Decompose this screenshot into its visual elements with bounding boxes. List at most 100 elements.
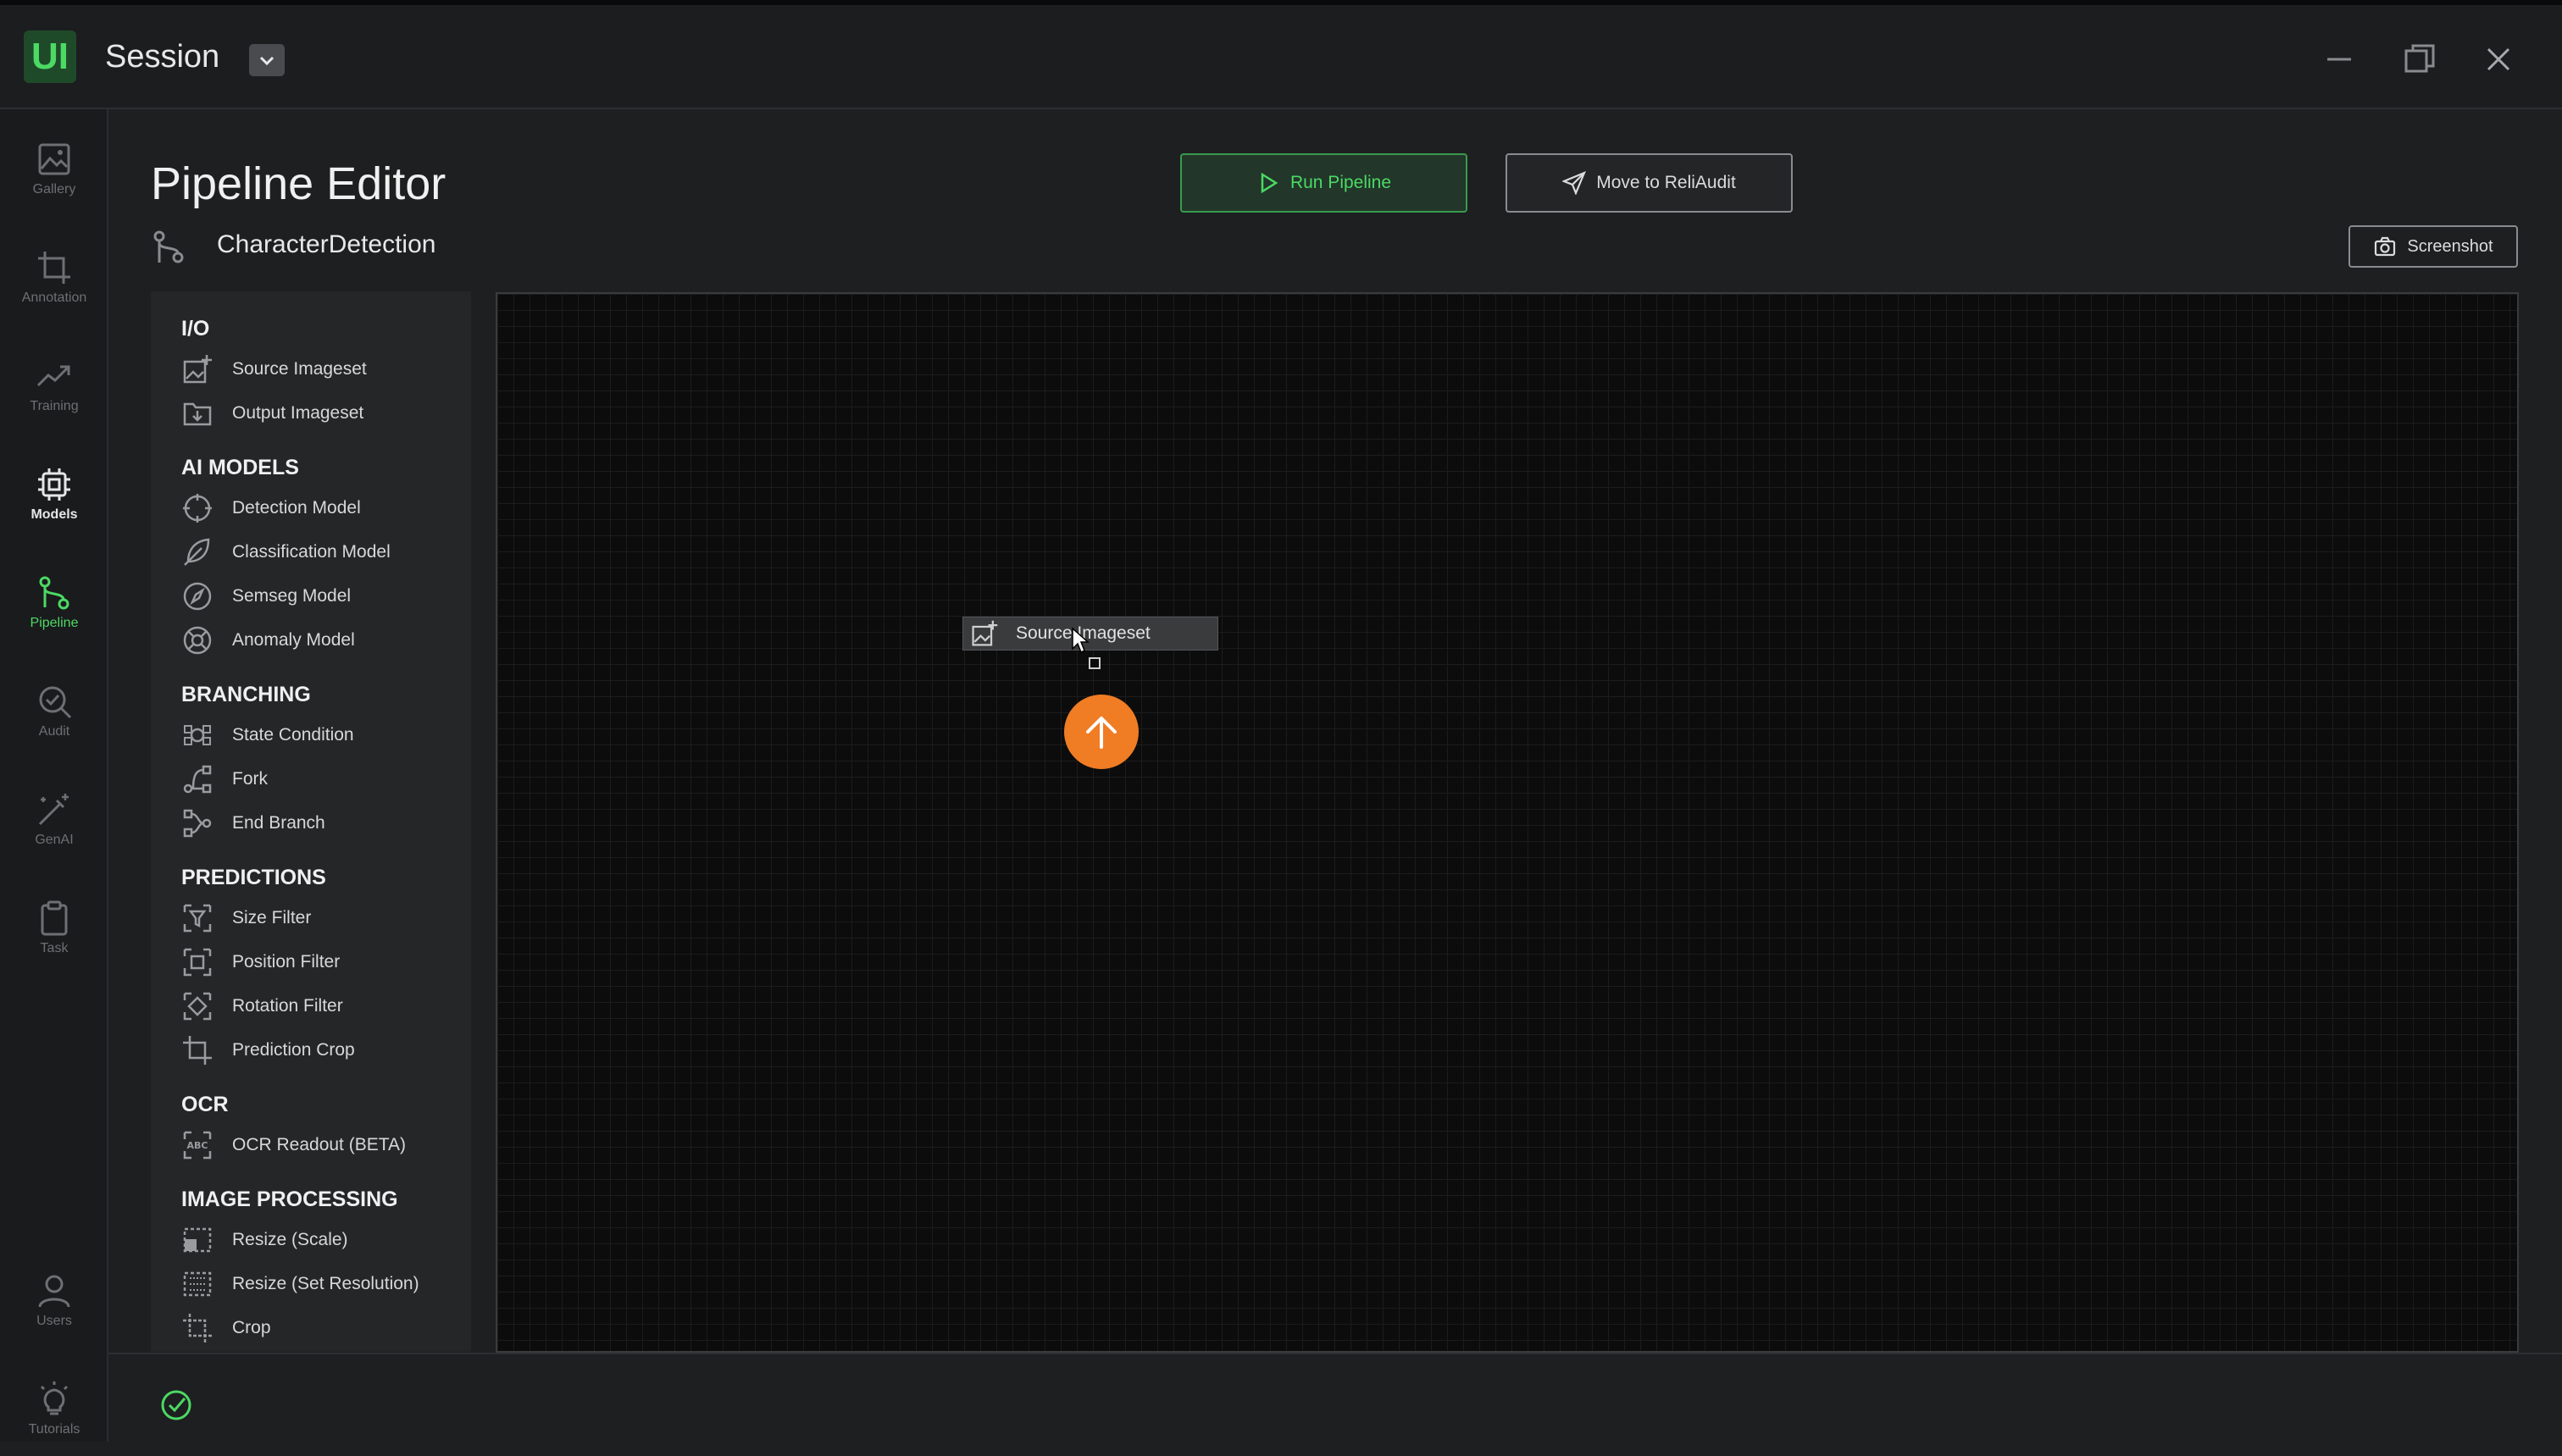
palette-item-label: Semseg Model: [232, 586, 352, 606]
restore-button[interactable]: [2399, 39, 2440, 80]
nav-label-annotation: Annotation: [21, 291, 87, 305]
palette-item-ocr-readout[interactable]: ABC OCR Readout (BETA): [181, 1127, 406, 1164]
image-icon: [38, 143, 70, 175]
section-title-ai-models: AI MODELS: [181, 456, 299, 479]
palette-item-classification-model[interactable]: Classification Model: [181, 534, 391, 571]
pipeline-icon: [153, 230, 184, 263]
send-icon: [1562, 171, 1587, 195]
node-output-port[interactable]: [1089, 657, 1101, 669]
status-bar: [108, 1353, 2562, 1442]
run-pipeline-button[interactable]: Run Pipeline: [1180, 153, 1467, 213]
node-palette: I/O Source Imageset Output Imageset AI M…: [151, 291, 471, 1352]
nav-label-genai: GenAI: [35, 833, 74, 847]
nav-item-tutorials[interactable]: Tutorials: [0, 1371, 108, 1456]
pipeline-canvas[interactable]: [496, 292, 2519, 1353]
palette-item-label: State Condition: [232, 725, 354, 745]
nav-item-annotation[interactable]: Annotation: [0, 240, 108, 324]
section-title-image-processing: IMAGE PROCESSING: [181, 1187, 398, 1211]
filter-icon: [183, 904, 212, 933]
image-add-icon: [183, 355, 212, 384]
palette-item-detection-model[interactable]: Detection Model: [181, 490, 361, 527]
move-to-reliaudit-button[interactable]: Move to ReliAudit: [1506, 153, 1793, 213]
palette-item-label: Resize (Set Resolution): [232, 1274, 419, 1293]
palette-item-label: Rotation Filter: [232, 996, 343, 1016]
session-title: Session: [105, 39, 220, 75]
palette-item-resize-set-resolution[interactable]: Resize (Set Resolution): [181, 1265, 419, 1303]
crosshair-icon: [183, 494, 212, 523]
palette-item-label: Detection Model: [232, 498, 361, 518]
play-icon: [1261, 172, 1278, 194]
palette-item-prediction-crop[interactable]: Prediction Crop: [181, 1032, 355, 1069]
nav-item-genai[interactable]: GenAI: [0, 782, 108, 866]
section-title-io: I/O: [181, 317, 210, 340]
source-imageset-node[interactable]: Source Imageset: [962, 617, 1218, 650]
palette-item-label: Prediction Crop: [232, 1040, 355, 1060]
palette-item-anomaly-model[interactable]: Anomaly Model: [181, 622, 355, 659]
palette-item-state-condition[interactable]: State Condition: [181, 717, 354, 754]
screenshot-label: Screenshot: [2407, 236, 2493, 256]
section-title-ocr: OCR: [181, 1093, 229, 1116]
nav-label-models: Models: [30, 507, 78, 522]
palette-item-source-imageset[interactable]: Source Imageset: [181, 351, 367, 388]
trend-icon: [36, 365, 70, 387]
crop-icon: [183, 1314, 212, 1343]
move-to-reliaudit-label: Move to ReliAudit: [1596, 173, 1736, 192]
nav-item-audit[interactable]: Audit: [0, 673, 108, 758]
wand-icon: [38, 794, 69, 826]
title-bar: UI Session: [0, 0, 2562, 109]
run-pipeline-label: Run Pipeline: [1289, 173, 1392, 192]
palette-item-semseg-model[interactable]: Semseg Model: [181, 578, 351, 615]
lifebuoy-icon: [183, 626, 212, 655]
palette-item-size-filter[interactable]: Size Filter: [181, 900, 311, 937]
palette-item-end-branch[interactable]: End Branch: [181, 805, 325, 842]
palette-item-label: Output Imageset: [232, 403, 364, 423]
restore-icon: [2404, 44, 2435, 73]
palette-item-rotation-filter[interactable]: Rotation Filter: [181, 988, 343, 1025]
page-title: Pipeline Editor: [151, 158, 446, 209]
palette-item-label: Resize (Scale): [232, 1230, 348, 1249]
compass-icon: [183, 582, 212, 611]
resolution-icon: [183, 1271, 212, 1297]
nav-label-pipeline: Pipeline: [30, 616, 79, 630]
app-logo: UI: [24, 30, 76, 83]
nav-item-models[interactable]: Models: [0, 457, 108, 541]
palette-item-label: Crop: [232, 1318, 271, 1337]
chip-icon: [38, 468, 70, 501]
nav-item-gallery[interactable]: Gallery: [0, 131, 108, 216]
nav-item-training[interactable]: Training: [0, 348, 108, 433]
crop-icon: [183, 1036, 212, 1065]
audit-icon: [39, 686, 72, 719]
minimize-icon: [2327, 58, 2351, 61]
folder-download-icon: [183, 402, 212, 426]
close-button[interactable]: [2478, 39, 2519, 80]
palette-item-resize-scale[interactable]: Resize (Scale): [181, 1221, 348, 1259]
upload-button[interactable]: [1064, 695, 1139, 769]
nav-item-pipeline[interactable]: Pipeline: [0, 565, 108, 650]
sidebar-nav: Gallery Annotation Training Models Pipel…: [0, 109, 108, 1442]
nav-item-task[interactable]: Task: [0, 890, 108, 975]
palette-item-label: Size Filter: [232, 908, 312, 927]
user-icon: [38, 1275, 70, 1308]
screenshot-button[interactable]: Screenshot: [2348, 225, 2518, 268]
palette-item-fork[interactable]: Fork: [181, 761, 268, 798]
pipeline-icon: [39, 576, 69, 610]
clipboard-icon: [41, 900, 68, 936]
nav-label-training: Training: [30, 399, 79, 413]
palette-item-output-imageset[interactable]: Output Imageset: [181, 395, 363, 432]
nav-item-users[interactable]: Users: [0, 1263, 108, 1348]
lightbulb-icon: [40, 1381, 69, 1415]
section-title-branching: BRANCHING: [181, 683, 311, 706]
pipeline-name: CharacterDetection: [217, 230, 436, 258]
minimize-button[interactable]: [2319, 39, 2360, 80]
image-add-icon: [972, 620, 998, 646]
palette-item-position-filter[interactable]: Position Filter: [181, 944, 340, 981]
palette-item-crop[interactable]: Crop: [181, 1309, 271, 1347]
section-title-predictions: PREDICTIONS: [181, 866, 326, 889]
session-dropdown-button[interactable]: [249, 44, 285, 76]
palette-item-label: Classification Model: [232, 542, 391, 562]
close-icon: [2487, 47, 2510, 71]
chevron-down-icon: [259, 56, 274, 66]
crop-icon: [38, 252, 70, 284]
mouse-cursor-icon: [1072, 627, 1090, 654]
check-circle-icon: [161, 1390, 191, 1420]
